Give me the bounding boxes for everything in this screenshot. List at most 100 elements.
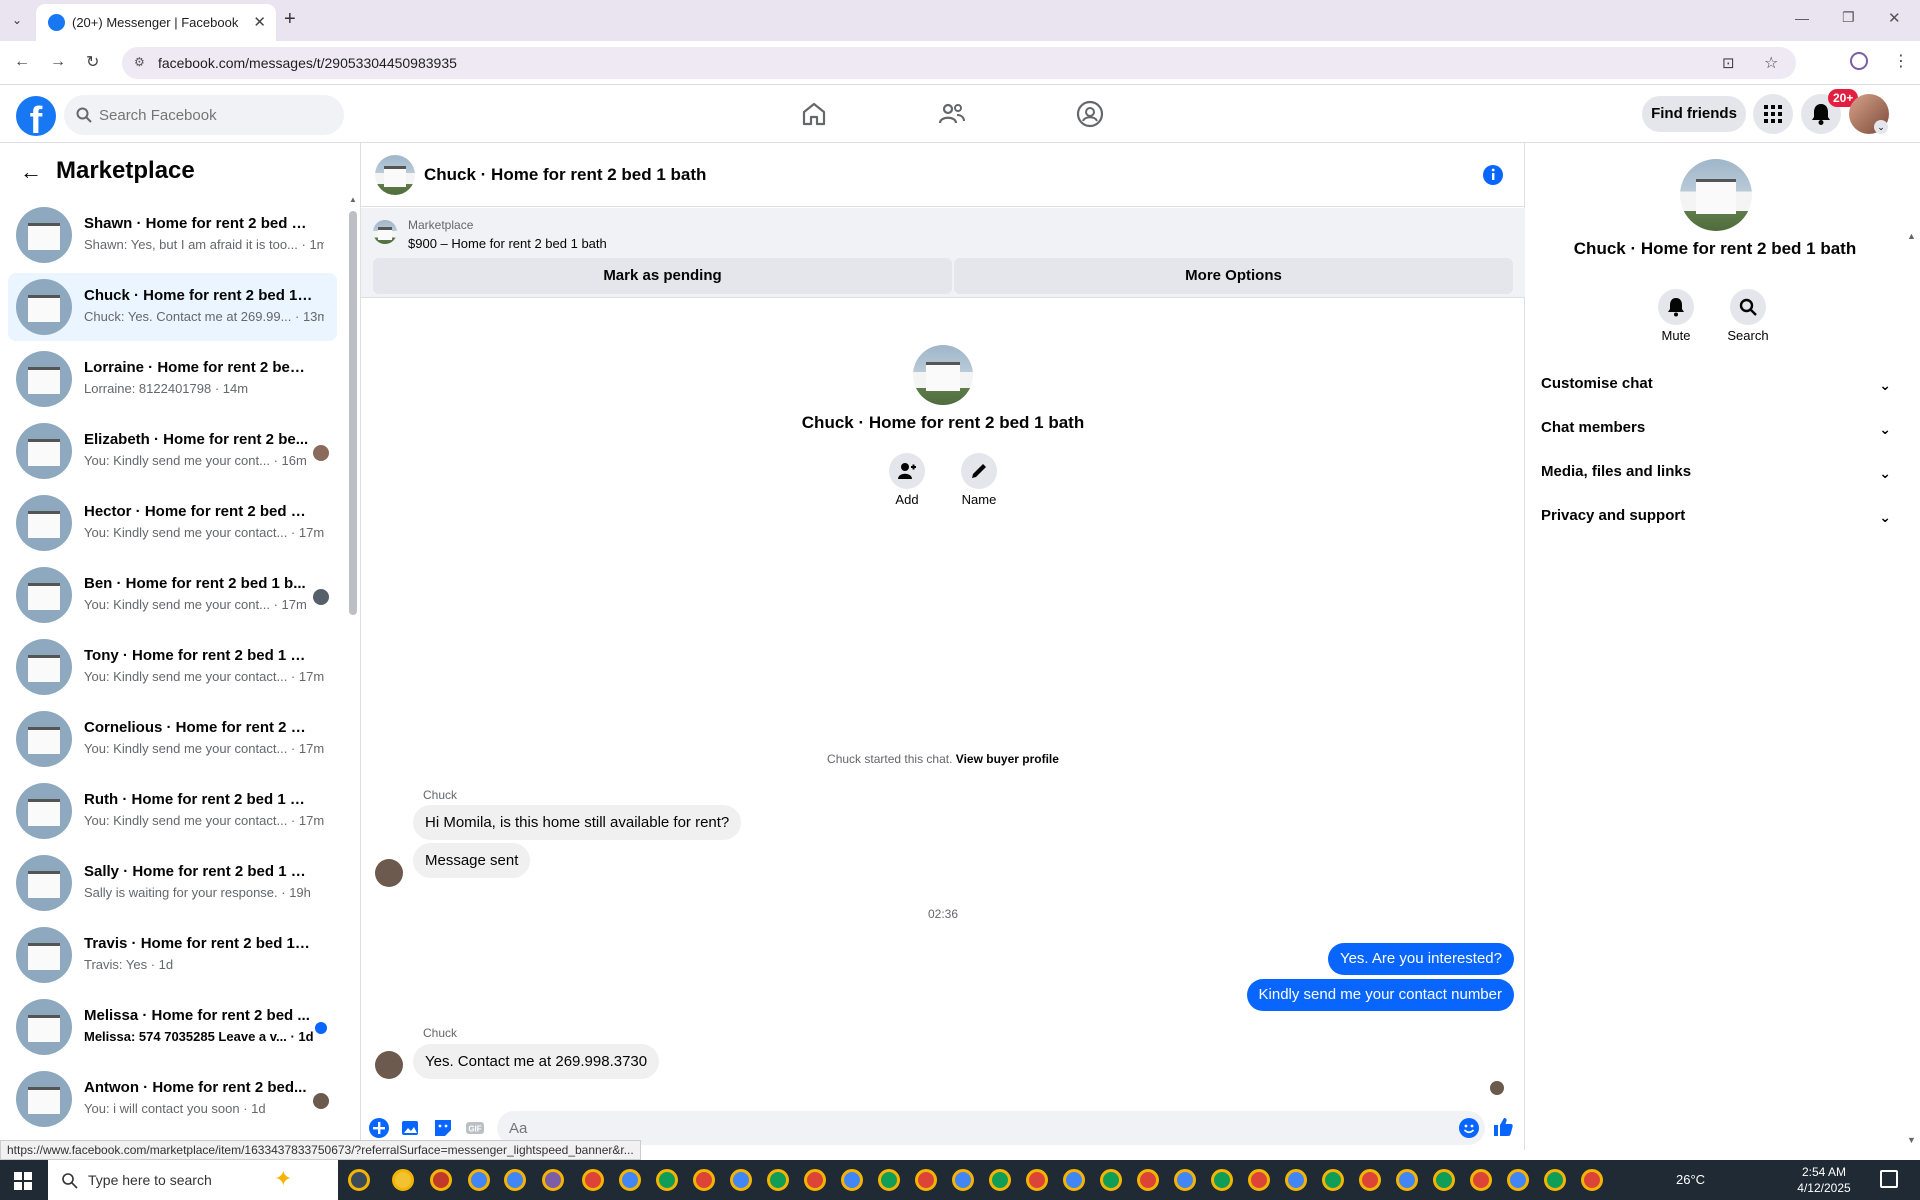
photo-icon[interactable] [401,1118,421,1138]
listing-title[interactable]: $900 – Home for rent 2 bed 1 bath [408,236,607,251]
search-in-chat-button[interactable] [1730,289,1766,325]
window-close-icon[interactable]: ✕ [1888,9,1901,27]
chat-avatar[interactable] [375,155,415,195]
chrome-icon[interactable] [504,1169,526,1191]
message-bubble-outgoing[interactable]: Kindly send me your contact number [1246,979,1514,1011]
scrollbar[interactable] [349,211,357,615]
message-bubble-incoming[interactable]: Hi Momila, is this home still available … [413,805,742,840]
chrome-icon[interactable] [804,1169,826,1191]
file-explorer-icon[interactable] [392,1169,414,1191]
add-people-button[interactable] [889,453,925,489]
chrome-icon[interactable] [619,1169,641,1191]
chrome-icon[interactable] [468,1169,490,1191]
conversation-item[interactable]: Shawn · Home for rent 2 bed 1 b... Shawn:… [8,201,337,269]
chrome-icon[interactable] [656,1169,678,1191]
reload-icon[interactable]: ↻ [86,52,99,72]
sender-avatar[interactable] [375,859,403,887]
message-bubble-incoming[interactable]: Message sent [413,843,531,878]
groups-icon[interactable] [1076,100,1104,128]
scroll-up-icon[interactable]: ▲ [1907,231,1916,241]
find-friends-button[interactable]: Find friends [1642,96,1746,132]
chrome-icon[interactable] [1544,1169,1566,1191]
view-buyer-profile-link[interactable]: View buyer profile [956,752,1059,766]
chrome-icon[interactable] [693,1169,715,1191]
scroll-down-icon[interactable]: ▼ [1907,1135,1916,1145]
conversation-item[interactable]: Lorraine · Home for rent 2 bed 1... Lorra… [8,345,337,413]
facebook-logo[interactable]: f [16,96,56,136]
profile-icon[interactable] [1850,52,1868,70]
chrome-icon[interactable] [878,1169,900,1191]
media-files-links-section[interactable]: Media, files and links ⌄ [1541,463,1891,493]
listing-thumbnail[interactable] [373,220,397,244]
conversation-item[interactable]: Antwon · Home for rent 2 bed... You: i wi… [8,1065,337,1133]
chat-members-section[interactable]: Chat members ⌄ [1541,419,1891,449]
more-options-button[interactable]: More Options [954,258,1513,294]
sticker-icon[interactable] [433,1118,453,1138]
name-button[interactable] [961,453,997,489]
chrome-icon[interactable] [1581,1169,1603,1191]
restore-icon[interactable]: ❐ [1842,9,1855,26]
taskbar-search[interactable]: Type here to search ✦ [48,1160,338,1200]
customise-chat-section[interactable]: Customise chat ⌄ [1541,375,1891,405]
info-avatar[interactable] [1680,159,1752,231]
bookmark-star-icon[interactable]: ☆ [1764,53,1778,73]
browser-tab[interactable]: (20+) Messenger | Facebook ✕ [36,4,276,41]
task-view-icon[interactable] [348,1169,370,1191]
conversation-item[interactable]: Travis · Home for rent 2 bed 1 ba... Trav… [8,921,337,989]
like-thumb-icon[interactable] [1492,1116,1514,1138]
chrome-icon[interactable] [1285,1169,1307,1191]
conversation-item[interactable]: Melissa · Home for rent 2 bed ... Melissa… [8,993,337,1061]
message-bubble-outgoing[interactable]: Yes. Are you interested? [1327,943,1514,975]
chrome-icon[interactable] [1026,1169,1048,1191]
chrome-icon[interactable] [1322,1169,1344,1191]
chrome-icon[interactable] [1211,1169,1233,1191]
conversation-item[interactable]: Elizabeth · Home for rent 2 be... You: Ki… [8,417,337,485]
gif-icon[interactable]: GIF [465,1118,485,1138]
chrome-icon[interactable] [1359,1169,1381,1191]
tab-search-icon[interactable]: ⌄ [12,13,22,27]
chrome-icon[interactable] [915,1169,937,1191]
notification-center-icon[interactable] [1880,1170,1898,1188]
minimize-icon[interactable]: — [1795,10,1809,26]
home-icon[interactable] [800,100,828,128]
sender-avatar[interactable] [375,1051,403,1079]
message-input[interactable] [509,1111,1439,1145]
chrome-icon[interactable] [582,1169,604,1191]
chrome-icon[interactable] [1433,1169,1455,1191]
friends-icon[interactable] [938,100,966,128]
back-icon[interactable]: ← [14,53,30,71]
menu-button[interactable] [1753,94,1793,134]
message-bubble-incoming[interactable]: Yes. Contact me at 269.998.3730 [413,1044,660,1079]
conversation-item[interactable]: Tony · Home for rent 2 bed 1 bath You: Ki… [8,633,337,701]
emoji-icon[interactable] [1459,1118,1479,1138]
privacy-support-section[interactable]: Privacy and support ⌄ [1541,507,1891,537]
conversation-item[interactable]: Ben · Home for rent 2 bed 1 b... You: Kin… [8,561,337,629]
chrome-icon[interactable] [1174,1169,1196,1191]
chrome-icon[interactable] [1396,1169,1418,1191]
m365-icon[interactable] [542,1169,564,1191]
plus-circle-icon[interactable] [369,1118,389,1138]
info-icon[interactable] [1483,165,1503,185]
chat-title[interactable]: Chuck · Home for rent 2 bed 1 bath [424,165,706,185]
chrome-icon[interactable] [1137,1169,1159,1191]
tab-close-icon[interactable]: ✕ [253,13,266,31]
chrome-icon[interactable] [730,1169,752,1191]
account-chevron-icon[interactable]: ⌄ [1874,120,1888,134]
scroll-up-icon[interactable]: ▲ [349,195,357,204]
forward-icon[interactable]: → [50,53,66,71]
message-composer[interactable] [497,1111,1485,1145]
windows-start-icon[interactable] [14,1172,32,1190]
chrome-icon[interactable] [767,1169,789,1191]
conversation-item[interactable]: Ruth · Home for rent 2 bed 1 bath You: Ki… [8,777,337,845]
back-arrow-icon[interactable]: ← [20,159,42,185]
chrome-icon[interactable] [952,1169,974,1191]
chrome-icon[interactable] [1507,1169,1529,1191]
install-app-icon[interactable]: ⊡ [1722,54,1735,72]
site-info-icon[interactable]: ⚙ [134,55,145,69]
chrome-icon[interactable] [1248,1169,1270,1191]
conversation-item[interactable]: Sally · Home for rent 2 bed 1 bath Sally … [8,849,337,917]
chrome-icon[interactable] [989,1169,1011,1191]
browser-menu-icon[interactable]: ⋮ [1893,51,1909,71]
search-input[interactable] [99,95,329,135]
chrome-icon[interactable] [841,1169,863,1191]
